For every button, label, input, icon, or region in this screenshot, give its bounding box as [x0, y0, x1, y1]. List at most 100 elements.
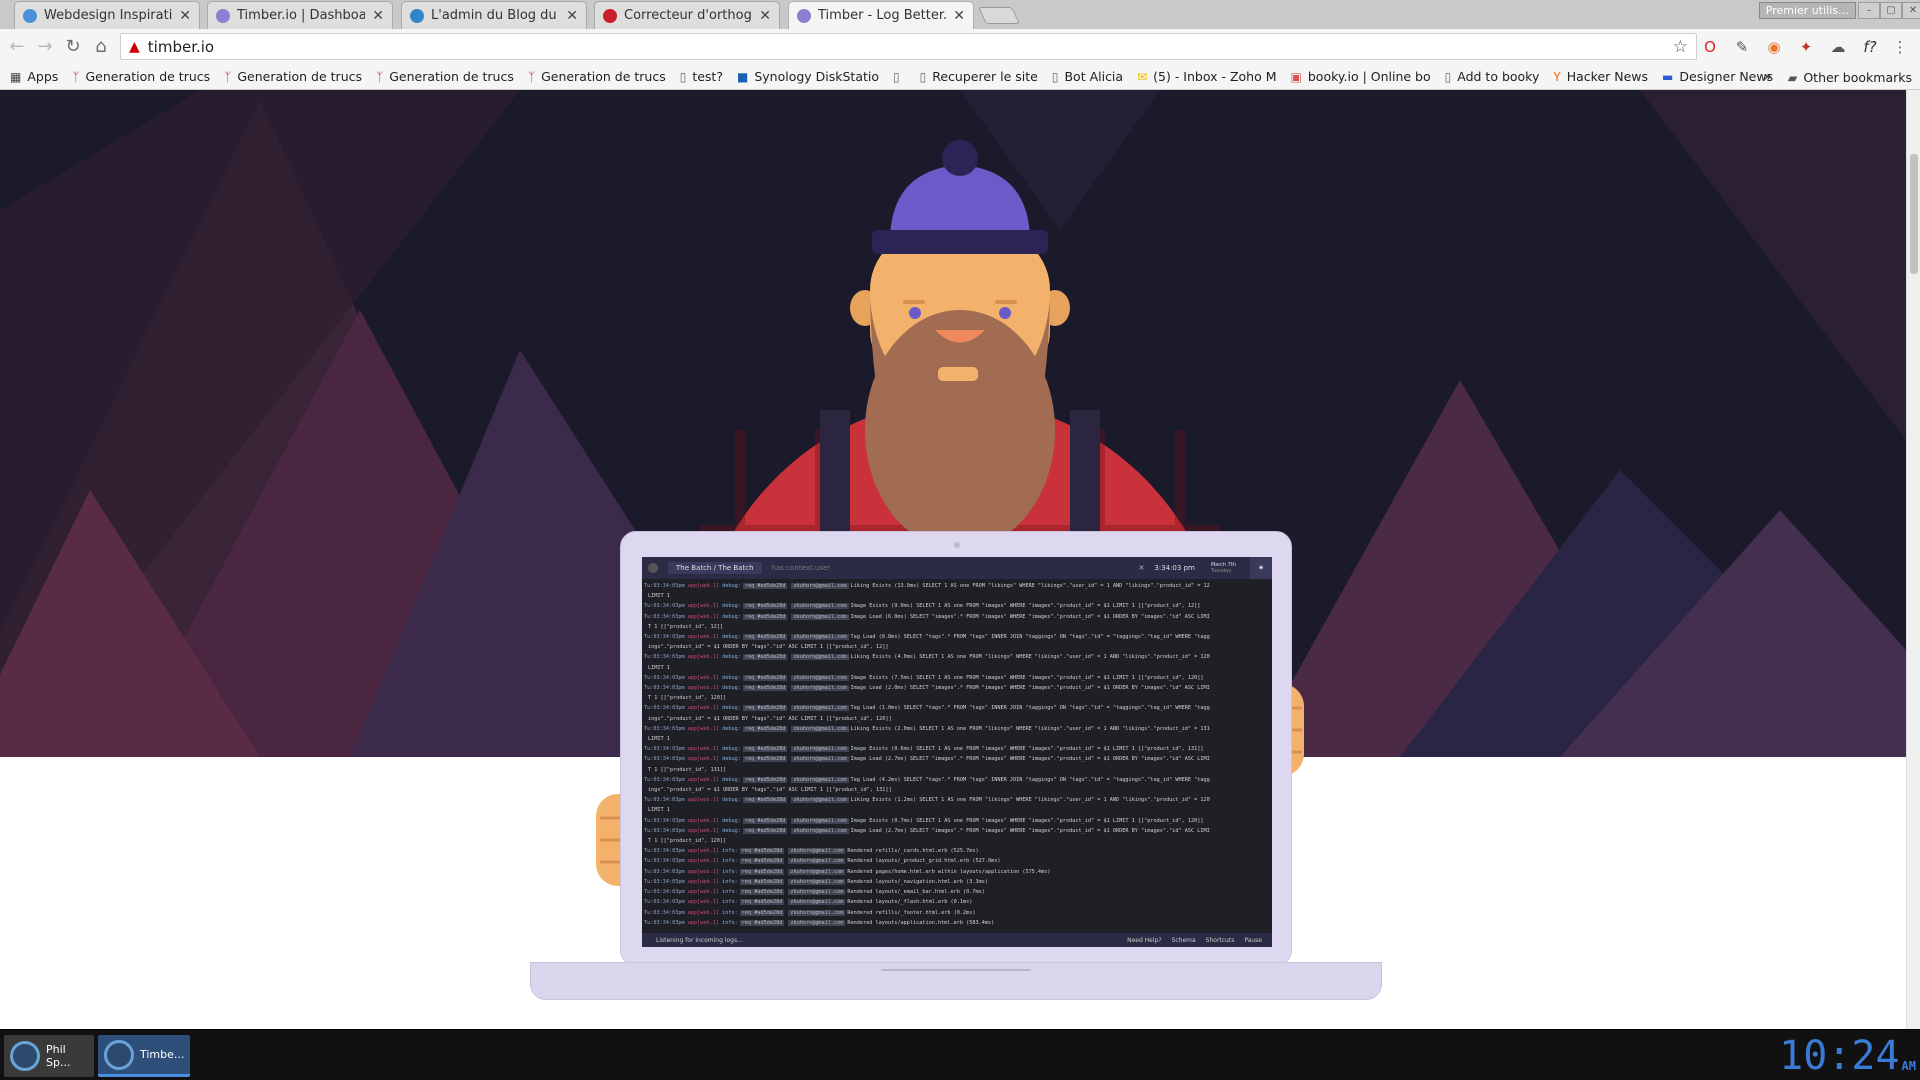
- log-message: Tag Load (1.0ms) SELECT "tags".* FROM "t…: [850, 705, 1210, 712]
- address-url[interactable]: timber.io: [148, 38, 214, 56]
- generation-extension-icon[interactable]: ✦: [1796, 37, 1816, 57]
- opera-extension-icon[interactable]: O: [1700, 37, 1720, 57]
- bookmark-item[interactable]: ▯ Bot Alicia: [1052, 69, 1123, 84]
- log-message: Rendered pages/home.html.erb within layo…: [847, 868, 1051, 875]
- log-message: Rendered layouts/_navigation.html.erb (3…: [847, 878, 988, 885]
- log-message: T 1 [["product_id", 120]]: [648, 695, 727, 702]
- log-user-tag: zkuhorn@gmail.com: [791, 583, 849, 589]
- tab-favicon-icon: [603, 8, 617, 23]
- log-request-tag: req #ad5de28d: [742, 827, 788, 834]
- tab-timber-dashboard[interactable]: Timber.io | Dashboard ✕: [207, 1, 393, 29]
- extension-icon[interactable]: ◉: [1764, 37, 1784, 57]
- tab-correcteur[interactable]: Correcteur d'orthograp ✕: [594, 1, 780, 29]
- log-app: app[web.1]: [687, 899, 719, 906]
- new-tab-button[interactable]: [978, 7, 1020, 24]
- laptop-camera: [954, 542, 960, 548]
- close-window-icon[interactable]: ✕: [1902, 2, 1920, 19]
- log-message: Rendered layouts/_flash.html.erb (0.1ms): [847, 899, 973, 906]
- log-app: app[web.1]: [687, 909, 719, 916]
- app-pause-button: Pause: [1244, 936, 1262, 944]
- bookmark-item[interactable]: ▯ test?: [680, 69, 723, 84]
- bookmark-item[interactable]: ᛉ Generation de trucs: [528, 69, 666, 84]
- close-tab-icon[interactable]: ✕: [953, 8, 965, 24]
- log-timestamp: Tu:03:34:03pm: [644, 746, 685, 753]
- eyedropper-extension-icon[interactable]: ✎: [1732, 37, 1752, 57]
- system-clock[interactable]: 10:24 AM: [1779, 1034, 1916, 1078]
- log-line: Tu:03:34:03pm app[web.1] debug: req #ad5d…: [644, 581, 1270, 591]
- log-timestamp: Tu:03:34:03pm: [644, 756, 685, 763]
- taskbar-item-phil[interactable]: Phil Sp...: [4, 1035, 94, 1077]
- home-icon[interactable]: ⌂: [90, 35, 112, 57]
- log-request-tag: req #ad5de28d: [742, 583, 788, 589]
- bookmark-item[interactable]: ▬ Designer News: [1662, 69, 1773, 84]
- log-timestamp: Tu:03:34:03pm: [644, 827, 685, 834]
- log-message: Image Load (2.7ms) SELECT "images".* FRO…: [850, 827, 1210, 834]
- back-icon[interactable]: ←: [6, 35, 28, 57]
- bookmarks-overflow-button[interactable]: »: [1763, 64, 1772, 90]
- log-timestamp: Tu:03:34:03pm: [644, 797, 685, 804]
- log-request-tag: req #ad5de28d: [742, 756, 788, 763]
- bookmark-label: Hacker News: [1566, 69, 1649, 84]
- scrollbar-thumb[interactable]: [1910, 154, 1918, 274]
- bookmark-item[interactable]: Y Hacker News: [1553, 69, 1648, 84]
- taskbar-item-timber[interactable]: Timbe...: [98, 1035, 190, 1077]
- log-user-tag: zkuhorn@gmail.com: [791, 776, 849, 783]
- log-level: debug:: [722, 756, 741, 763]
- bookmark-item[interactable]: ▦ Apps: [10, 69, 58, 84]
- bookmark-item[interactable]: ᛉ Generation de trucs: [224, 69, 362, 84]
- bookmark-item[interactable]: ▯: [893, 70, 906, 84]
- log-app: app[web.1]: [687, 603, 719, 610]
- bookmark-item[interactable]: ᛉ Generation de trucs: [376, 69, 514, 84]
- tab-webdesign-inspiration[interactable]: Webdesign Inspiration ✕: [14, 1, 200, 29]
- log-line: Tu:03:34:03pm app[web.1] debug: req #ad5d…: [644, 775, 1270, 785]
- log-request-tag: req #ad5de28d: [742, 746, 788, 753]
- close-tab-icon[interactable]: ✕: [566, 8, 578, 24]
- menu-icon[interactable]: ⋮: [1890, 37, 1910, 57]
- fonts-extension-icon[interactable]: f?: [1860, 37, 1880, 57]
- bookmark-item[interactable]: ✉ (5) - Inbox - Zoho M: [1137, 69, 1276, 84]
- log-message: T 1 [["product_id", 12]]: [648, 623, 723, 630]
- log-level: info:: [722, 878, 738, 885]
- close-tab-icon[interactable]: ✕: [372, 8, 384, 24]
- bookmark-item[interactable]: ▯ Recuperer le site: [920, 69, 1038, 84]
- maximize-icon[interactable]: ▢: [1880, 2, 1902, 19]
- log-line: Tu:03:34:03pm app[web.1] debug: req #ad5d…: [644, 816, 1270, 826]
- log-line: Tu:03:34:03pm app[web.1] debug: req #ad5d…: [644, 652, 1270, 662]
- log-request-tag: req #ad5de28d: [742, 797, 788, 804]
- log-line: ings"."product_id" = $1 ORDER BY "tags".…: [644, 642, 1270, 652]
- cloud-extension-icon[interactable]: ☁: [1828, 37, 1848, 57]
- bookmark-label: Recuperer le site: [932, 69, 1038, 84]
- bookmark-item[interactable]: ▯ Add to booky: [1445, 69, 1540, 84]
- apps-grid-icon: ▦: [10, 69, 22, 84]
- app-footer: Listening for incoming logs... Need Help…: [642, 933, 1272, 947]
- address-bar[interactable]: ▲ timber.io ☆: [120, 33, 1697, 60]
- bookmark-star-icon[interactable]: ☆: [1673, 37, 1688, 57]
- other-bookmarks-folder[interactable]: ▰ Other bookmarks: [1788, 64, 1912, 90]
- log-message: T 1 [["product_id", 131]]: [648, 766, 727, 773]
- minimize-icon[interactable]: –: [1858, 2, 1880, 19]
- reload-icon[interactable]: ↻: [62, 35, 84, 57]
- bookmark-item[interactable]: ᛉ Generation de trucs: [72, 69, 210, 84]
- log-request-tag: req #ad5de28d: [742, 654, 788, 661]
- close-tab-icon[interactable]: ✕: [759, 8, 771, 24]
- log-level: debug:: [722, 613, 741, 620]
- log-user-tag: zkuhorn@gmail.com: [791, 654, 849, 661]
- tab-favicon-icon: [23, 8, 37, 23]
- bookmark-label: Generation de trucs: [237, 69, 362, 84]
- bookmark-item[interactable]: ▣ booky.io | Online bo: [1291, 69, 1431, 84]
- bookmark-item[interactable]: ■ Synology DiskStatio: [737, 69, 879, 84]
- log-line: Tu:03:34:03pm app[web.1] info: req #ad5de…: [644, 856, 1270, 866]
- close-tab-icon[interactable]: ✕: [179, 8, 191, 24]
- page-icon: ▯: [1444, 69, 1452, 84]
- page-scrollbar[interactable]: [1906, 90, 1920, 1029]
- tab-timber-log-better[interactable]: Timber - Log Better. Sc ✕: [788, 1, 974, 29]
- profile-button[interactable]: Premier utilis…: [1758, 2, 1856, 19]
- os-taskbar: Phil Sp... Timbe... 10:24 AM: [0, 1029, 1920, 1080]
- bookmark-label: Apps: [27, 69, 59, 84]
- tab-admin-blog[interactable]: L'admin du Blog du We ✕: [401, 1, 587, 29]
- log-level: debug:: [722, 583, 741, 589]
- log-app: app[web.1]: [687, 919, 719, 926]
- forward-icon[interactable]: →: [34, 35, 56, 57]
- bookmark-label: (5) - Inbox - Zoho M: [1153, 69, 1277, 84]
- insecure-warning-icon[interactable]: ▲: [129, 39, 140, 55]
